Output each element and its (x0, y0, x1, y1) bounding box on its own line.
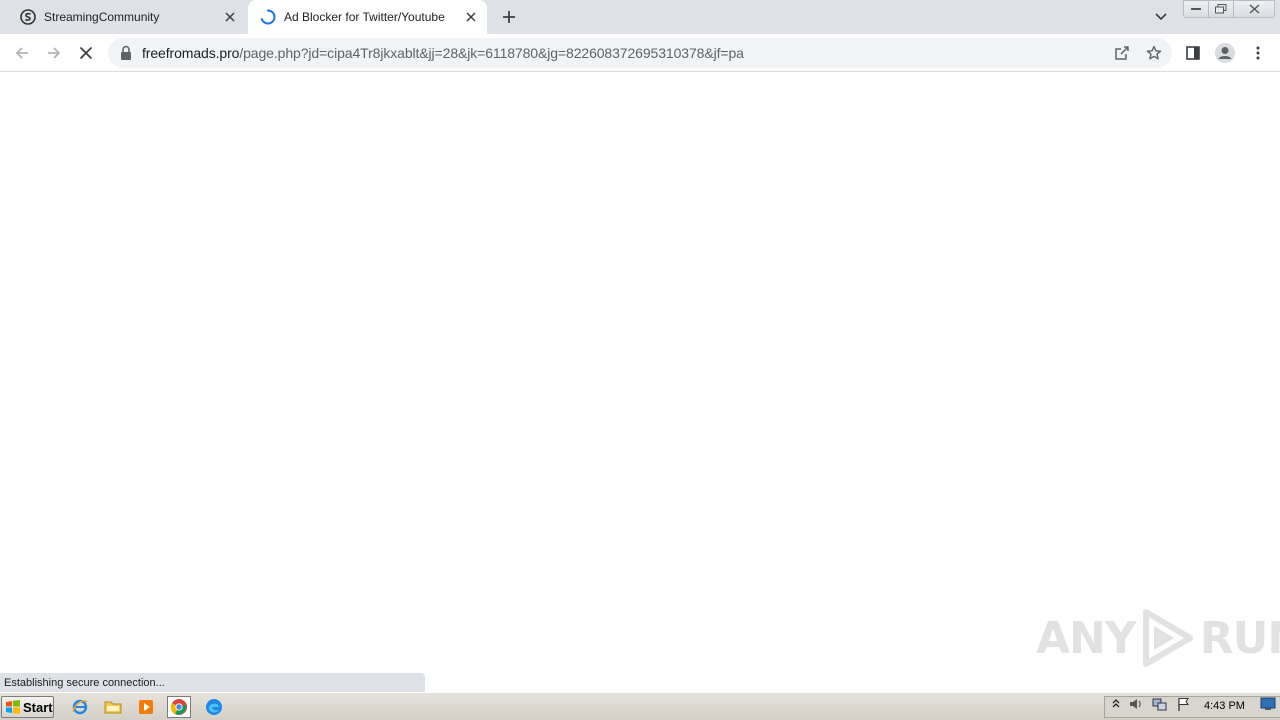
windows-logo-icon (6, 700, 20, 714)
watermark-right: RUN (1199, 612, 1280, 664)
chevron-down-icon (1155, 13, 1167, 21)
side-panel-button[interactable] (1180, 40, 1206, 66)
show-hidden-icons-button[interactable] (1108, 696, 1124, 712)
close-tab-icon[interactable] (463, 9, 479, 25)
menu-button[interactable] (1245, 40, 1271, 66)
watermark-left: ANY (1036, 612, 1137, 664)
profile-button[interactable] (1212, 40, 1238, 66)
play-logo-icon (1142, 609, 1193, 667)
arrow-left-icon (15, 47, 28, 59)
tab-streamingcommunity[interactable]: StreamingCommunity (8, 0, 246, 34)
flag-icon (1178, 698, 1189, 711)
url-path: /page.php?jd=cipa4Tr8jkxablt&jj=28&jk=61… (239, 45, 744, 61)
media-player-icon (139, 700, 153, 714)
url-text: freefromads.pro/page.php?jd=cipa4Tr8jkxa… (142, 45, 744, 61)
network-tray-button[interactable] (1152, 696, 1168, 712)
edge-icon (206, 699, 222, 715)
arrow-right-icon (48, 47, 61, 59)
tab-ad-blocker[interactable]: Ad Blocker for Twitter/Youtube (248, 0, 487, 34)
close-window-button[interactable] (1233, 0, 1275, 18)
stop-loading-button[interactable] (73, 40, 99, 66)
network-icon (1152, 698, 1167, 711)
edge-taskbar-button[interactable] (202, 696, 226, 718)
chrome-taskbar-button[interactable] (167, 696, 191, 718)
streamingcommunity-icon (20, 9, 36, 25)
browser-toolbar: freefromads.pro/page.php?jd=cipa4Tr8jkxa… (0, 34, 1280, 72)
address-bar[interactable]: freefromads.pro/page.php?jd=cipa4Tr8jkxa… (108, 38, 1172, 68)
start-button[interactable]: Start (1, 696, 54, 718)
chevron-up-icon (1112, 699, 1120, 708)
star-icon (1146, 45, 1162, 60)
new-tab-button[interactable] (498, 6, 520, 28)
close-icon (1249, 4, 1259, 14)
volume-tray-button[interactable] (1128, 696, 1144, 712)
file-explorer-taskbar-button[interactable] (101, 696, 125, 718)
side-panel-icon (1186, 46, 1200, 60)
internet-explorer-icon (72, 699, 88, 715)
internet-explorer-taskbar-button[interactable] (68, 696, 92, 718)
monitor-icon (1260, 697, 1276, 710)
status-bubble: Establishing secure connection... (0, 673, 425, 692)
windows-taskbar: Start 4:43 PM (0, 692, 1280, 720)
tab-strip: StreamingCommunity Ad Blocker for Twitte… (0, 0, 1280, 34)
restore-window-button[interactable] (1208, 0, 1234, 18)
share-icon (1115, 46, 1129, 60)
action-center-tray-button[interactable] (1176, 696, 1192, 712)
close-icon (79, 46, 93, 60)
minimize-icon (1191, 8, 1201, 10)
forward-button[interactable] (41, 40, 67, 66)
minimize-window-button[interactable] (1183, 0, 1209, 18)
kebab-menu-icon (1256, 46, 1260, 60)
speaker-icon (1130, 699, 1141, 709)
page-content (0, 72, 1280, 692)
start-label: Start (23, 699, 53, 715)
lock-icon[interactable] (120, 45, 132, 61)
tab-title: StreamingCommunity (44, 10, 160, 24)
back-button[interactable] (9, 40, 35, 66)
chrome-icon (170, 699, 187, 715)
show-desktop-button[interactable] (1260, 696, 1276, 712)
tab-title: Ad Blocker for Twitter/Youtube (284, 10, 445, 24)
close-tab-icon[interactable] (222, 9, 238, 25)
folder-icon (104, 701, 122, 714)
tab-search-button[interactable] (1150, 6, 1172, 28)
restore-icon (1215, 4, 1227, 14)
anyrun-watermark: ANY RUN (1036, 608, 1280, 668)
bookmark-button[interactable] (1144, 43, 1164, 63)
taskbar-clock[interactable]: 4:43 PM (1204, 700, 1245, 712)
url-domain: freefromads.pro (142, 45, 240, 61)
loading-spinner-icon (260, 9, 276, 25)
screen: StreamingCommunity Ad Blocker for Twitte… (0, 0, 1280, 720)
avatar-icon (1215, 43, 1235, 63)
media-player-taskbar-button[interactable] (134, 696, 158, 718)
share-button[interactable] (1112, 43, 1132, 63)
